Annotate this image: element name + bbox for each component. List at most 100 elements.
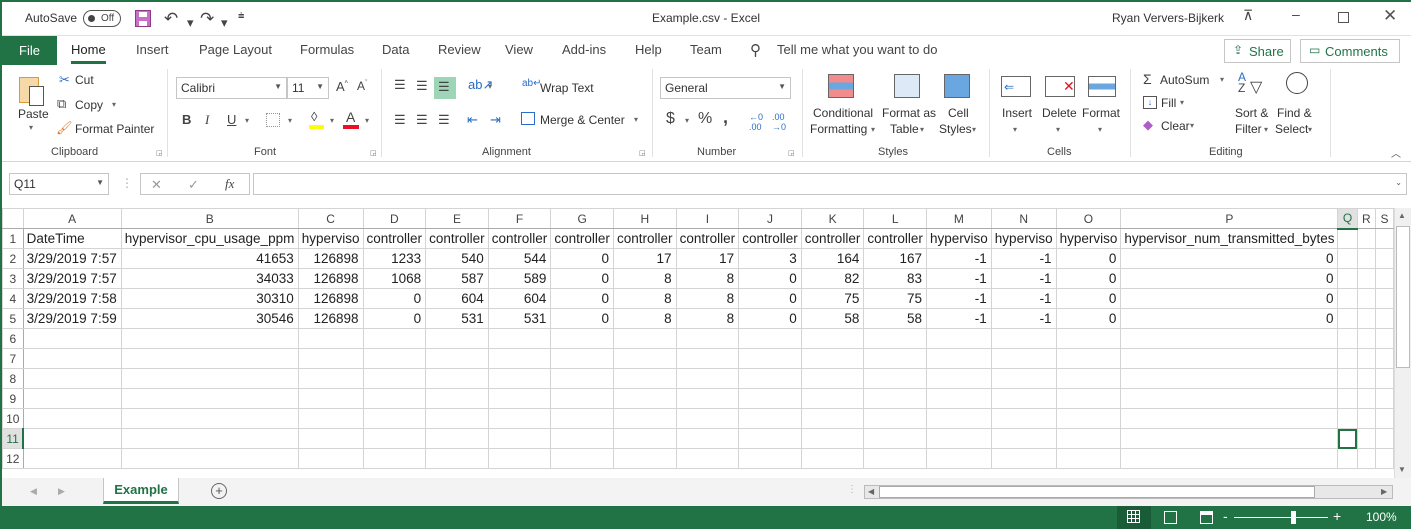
alignment-launcher-icon[interactable]: ◲ [639, 149, 646, 157]
cell-i8[interactable] [675, 368, 740, 389]
conditional-dropdown-icon[interactable]: ▾ [871, 125, 875, 134]
cell-k1[interactable]: controller [800, 228, 865, 249]
paste-icon[interactable] [17, 73, 47, 109]
scroll-right-icon[interactable]: ▶ [1381, 487, 1387, 496]
cell-r11[interactable] [1356, 428, 1377, 449]
vertical-scrollbar[interactable]: ▲ ▼ [1394, 208, 1411, 478]
column-header-h[interactable]: H [612, 208, 677, 229]
decrease-indent-icon[interactable]: ⇤ [467, 112, 478, 128]
user-name[interactable]: Ryan Ververs-Bijkerk [1112, 11, 1224, 25]
align-center-icon[interactable]: ☰ [416, 112, 428, 128]
increase-indent-icon[interactable]: ⇥ [490, 112, 501, 128]
cell-i4[interactable]: 8 [675, 288, 740, 309]
cell-r4[interactable] [1356, 288, 1377, 309]
currency-dropdown-icon[interactable]: ▾ [685, 116, 689, 125]
cell-g10[interactable] [550, 408, 614, 429]
column-header-l[interactable]: L [863, 208, 928, 229]
zoom-slider-track[interactable] [1234, 517, 1328, 518]
horizontal-scroll-thumb[interactable] [879, 486, 1315, 498]
cell-j10[interactable] [738, 408, 802, 429]
cell-j2[interactable]: 3 [738, 248, 802, 269]
find-select-button[interactable]: Find & [1277, 106, 1312, 120]
cut-button[interactable]: Cut [75, 73, 94, 87]
cell-b6[interactable] [120, 328, 299, 349]
cell-a5[interactable]: 3/29/2019 7:59 [22, 308, 122, 329]
cell-h2[interactable]: 17 [612, 248, 677, 269]
cell-j1[interactable]: controller [738, 228, 802, 249]
cell-s9[interactable] [1375, 388, 1394, 409]
cell-d11[interactable] [362, 428, 427, 449]
cell-f10[interactable] [487, 408, 552, 429]
paste-button[interactable]: Paste [18, 107, 49, 121]
cell-f6[interactable] [487, 328, 552, 349]
paste-dropdown-icon[interactable]: ▾ [29, 123, 33, 132]
insert-dropdown-icon[interactable]: ▾ [1013, 125, 1017, 134]
cell-p6[interactable] [1120, 328, 1339, 349]
cell-p11[interactable] [1120, 428, 1339, 449]
formula-input[interactable]: ⌄ [253, 173, 1407, 195]
cell-m7[interactable] [926, 348, 992, 369]
cell-f9[interactable] [487, 388, 552, 409]
cell-a7[interactable] [22, 348, 122, 369]
cell-q7[interactable] [1337, 348, 1358, 369]
column-header-c[interactable]: C [297, 208, 364, 229]
cell-b7[interactable] [120, 348, 299, 369]
cell-m11[interactable] [926, 428, 992, 449]
cell-a9[interactable] [22, 388, 122, 409]
column-header-q[interactable]: Q [1337, 208, 1358, 230]
cell-i6[interactable] [675, 328, 740, 349]
cell-b11[interactable] [120, 428, 299, 449]
cell-h3[interactable]: 8 [612, 268, 677, 289]
increase-decimal-icon[interactable]: ←0.00 [749, 112, 763, 132]
cell-g12[interactable] [550, 448, 614, 469]
cell-c10[interactable] [297, 408, 364, 429]
cell-h7[interactable] [612, 348, 677, 369]
cell-n9[interactable] [990, 388, 1057, 409]
column-header-k[interactable]: K [800, 208, 865, 229]
cell-m2[interactable]: -1 [926, 248, 992, 269]
cell-j5[interactable]: 0 [738, 308, 802, 329]
cell-d2[interactable]: 1233 [362, 248, 427, 269]
row-header[interactable]: 12 [2, 448, 24, 469]
row-header[interactable]: 6 [2, 328, 24, 349]
cell-h8[interactable] [612, 368, 677, 389]
collapse-ribbon-icon[interactable]: ︿ [1391, 145, 1401, 160]
cell-m3[interactable]: -1 [926, 268, 992, 289]
insert-function-icon[interactable]: fx [225, 176, 234, 192]
cell-s2[interactable] [1375, 248, 1394, 269]
cell-c6[interactable] [297, 328, 364, 349]
middle-align-icon[interactable]: ☰ [416, 78, 428, 94]
cell-c3[interactable]: 126898 [297, 268, 364, 289]
currency-button[interactable]: $ [666, 110, 675, 128]
number-format-select[interactable]: General ▼ [660, 77, 791, 99]
cell-n7[interactable] [990, 348, 1057, 369]
cell-r6[interactable] [1356, 328, 1377, 349]
tab-insert[interactable]: Insert [136, 42, 169, 57]
column-header-r[interactable]: R [1356, 208, 1377, 229]
cell-a6[interactable] [22, 328, 122, 349]
cell-l9[interactable] [863, 388, 928, 409]
cell-l4[interactable]: 75 [863, 288, 928, 309]
sort-dropdown-icon[interactable]: ▾ [1264, 125, 1268, 134]
cell-e12[interactable] [425, 448, 489, 469]
cell-o11[interactable] [1055, 428, 1122, 449]
fill-color-icon[interactable]: ◊ [311, 109, 317, 124]
cell-p8[interactable] [1120, 368, 1339, 389]
cell-styles-button[interactable]: Cell [948, 106, 969, 120]
cell-r9[interactable] [1356, 388, 1377, 409]
cell-q4[interactable] [1337, 288, 1358, 309]
select-all-corner[interactable] [2, 208, 24, 229]
row-header[interactable]: 8 [2, 368, 24, 389]
find-dropdown-icon[interactable]: ▾ [1308, 125, 1312, 134]
cell-m12[interactable] [926, 448, 992, 469]
cell-h10[interactable] [612, 408, 677, 429]
cell-q12[interactable] [1337, 448, 1358, 469]
cell-o5[interactable]: 0 [1055, 308, 1122, 329]
cell-g1[interactable]: controller [550, 228, 614, 249]
cell-d3[interactable]: 1068 [362, 268, 427, 289]
page-break-view-icon[interactable] [1200, 511, 1213, 524]
cell-k12[interactable] [800, 448, 865, 469]
cell-f7[interactable] [487, 348, 552, 369]
cell-l8[interactable] [863, 368, 928, 389]
close-icon[interactable]: ✕ [1383, 6, 1397, 26]
